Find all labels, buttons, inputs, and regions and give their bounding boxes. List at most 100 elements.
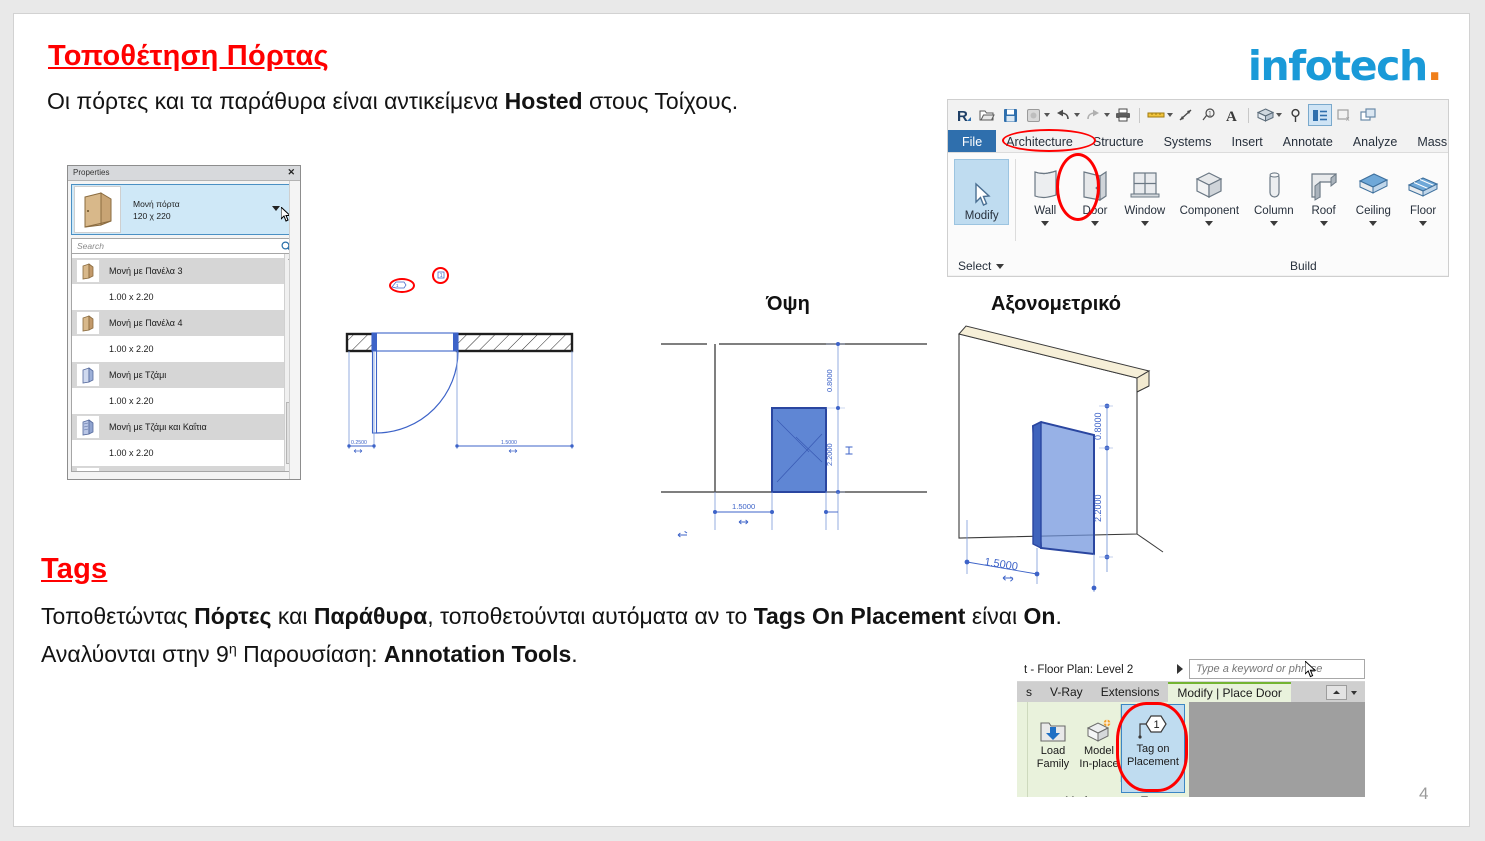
chevron-down-icon[interactable] — [1319, 221, 1328, 226]
chevron-down-icon[interactable] — [1269, 221, 1278, 226]
list-item-family: Μονή με Τζάμι — [109, 370, 167, 380]
chevron-down-icon[interactable] — [996, 263, 1005, 269]
3d-view-icon[interactable] — [1255, 105, 1275, 125]
tab-vray[interactable]: V-Ray — [1041, 682, 1092, 702]
tab-insert[interactable]: Insert — [1222, 130, 1273, 152]
list-item[interactable]: Μονή με Πανέλα 4 — [72, 310, 296, 336]
door-glass-frame-icon — [76, 415, 100, 439]
list-item[interactable]: Μονή με Τζάμι — [72, 362, 296, 388]
list-item-size-row[interactable]: 1.00 x 2.20 — [72, 388, 296, 414]
list-item[interactable]: Μονή πόρτα — [72, 466, 296, 471]
chevron-down-icon[interactable] — [1419, 221, 1428, 226]
roof-icon — [1307, 159, 1341, 203]
elevation-view-drawing: 0.8000 2.2000 1.5000 — [659, 334, 929, 539]
door-panel-icon — [76, 259, 100, 283]
help-search-input[interactable]: Type a keyword or phrase — [1189, 659, 1365, 679]
chevron-right-icon[interactable] — [1177, 664, 1183, 674]
list-item[interactable]: Μονή με Πανέλα 3 — [72, 258, 296, 284]
button-load-family[interactable]: Load Family — [1029, 707, 1077, 771]
ribbon-button-modify[interactable]: Modify — [954, 159, 1010, 225]
list-item[interactable]: Μονή με Τζάμι και Καΐτια — [72, 414, 296, 440]
door-glass-icon — [76, 363, 100, 387]
chevron-down-icon[interactable] — [1205, 221, 1214, 226]
infotech-logo: infotech. — [1248, 42, 1443, 90]
ribbon-button-label: Column — [1254, 205, 1294, 217]
door-thumbnail-icon — [74, 186, 121, 233]
ribbon-context-tabs: s V-Ray Extensions Modify | Place Door — [1017, 682, 1365, 702]
tab-file[interactable]: File — [948, 130, 997, 152]
chevron-down-icon[interactable] — [1091, 221, 1100, 226]
hosted-text-pre: Οι πόρτες και τα παράθυρα είναι αντικείμ… — [47, 88, 505, 114]
tab-modify-place-door[interactable]: Modify | Place Door — [1168, 682, 1291, 702]
switch-windows-icon[interactable] — [1358, 105, 1378, 125]
thin-lines-icon[interactable] — [1308, 104, 1332, 126]
save-icon[interactable] — [1000, 105, 1020, 125]
chevron-down-icon[interactable] — [1104, 113, 1110, 117]
chevron-down-icon[interactable] — [1369, 221, 1378, 226]
tags1-p1: Τοποθετώντας — [41, 603, 195, 629]
ceiling-icon — [1356, 159, 1390, 203]
properties-titlebar: Properties ✕ — [68, 166, 300, 181]
help-search-placeholder: Type a keyword or phrase — [1196, 663, 1323, 675]
tab-annotate[interactable]: Annotate — [1273, 130, 1343, 152]
chevron-down-icon[interactable] — [1044, 113, 1050, 117]
ribbon-button-window[interactable]: Window — [1120, 159, 1170, 226]
ribbon-button-roof[interactable]: Roof — [1299, 159, 1349, 226]
ribbon-button-column[interactable]: Column — [1249, 159, 1299, 226]
close-hidden-windows-icon[interactable]: x — [1335, 105, 1355, 125]
text-icon[interactable]: A — [1222, 105, 1242, 125]
type-list[interactable]: 1.00 x 2.20 Μονή με Πανέλα 3 1.00 x 2.20… — [71, 254, 297, 472]
tag-icon[interactable]: 1 — [1199, 105, 1219, 125]
tab-extensions[interactable]: Extensions — [1092, 682, 1169, 702]
list-item-size-row[interactable]: 1.00 x 2.20 — [72, 336, 296, 362]
tab-massing[interactable]: Mass — [1407, 130, 1448, 152]
list-item-size-row[interactable]: 1.00 x 2.20 — [72, 440, 296, 466]
chevron-down-icon[interactable] — [1351, 690, 1357, 695]
measure-icon[interactable] — [1146, 105, 1166, 125]
type-selector[interactable]: Μονή πόρτα 120 χ 220 — [71, 184, 297, 235]
chevron-down-icon[interactable] — [1167, 113, 1173, 117]
tab-systems[interactable]: Systems — [1154, 130, 1222, 152]
section-icon[interactable] — [1285, 105, 1305, 125]
cursor-arrow-icon — [972, 164, 992, 208]
paragraph-hosted: Οι πόρτες και τα παράθυρα είναι αντικείμ… — [47, 88, 738, 115]
redo-icon[interactable] — [1083, 105, 1103, 125]
open-icon[interactable] — [977, 105, 997, 125]
ribbon-button-ceiling[interactable]: Ceiling — [1348, 159, 1398, 226]
tab-analyze[interactable]: Analyze — [1343, 130, 1407, 152]
tags2-sup: η — [228, 641, 237, 658]
tags2-p2: Παρουσίαση: — [236, 641, 384, 667]
page-number: 4 — [1419, 784, 1429, 803]
axonometric-view-drawing: 0.8000 2.2000 1.5000 — [949, 322, 1169, 592]
list-item-size-row[interactable]: 1.00 x 2.20 — [72, 284, 296, 310]
axo-dim-width: 1.5000 — [984, 556, 1019, 573]
architecture-highlight-ring — [1002, 129, 1096, 152]
ribbon-button-label: Window — [1124, 205, 1166, 217]
chevron-down-icon[interactable] — [272, 206, 280, 211]
chevron-down-icon[interactable] — [1140, 221, 1149, 226]
svg-text:A: A — [1226, 109, 1237, 123]
tab-truncated[interactable]: s — [1017, 682, 1041, 702]
ribbon-button-component[interactable]: Component — [1170, 159, 1249, 226]
close-icon[interactable]: ✕ — [287, 167, 295, 178]
save-as-icon[interactable] — [1023, 105, 1043, 125]
undo-icon[interactable] — [1053, 105, 1073, 125]
chevron-down-icon[interactable] — [1276, 113, 1282, 117]
elev-dim-height: 2.2000 — [825, 443, 834, 466]
ribbon-titlebar: t - Floor Plan: Level 2 Type a keyword o… — [1017, 659, 1365, 682]
ribbon-button-floor[interactable]: Floor — [1398, 159, 1448, 226]
aligned-dimension-icon[interactable] — [1176, 105, 1196, 125]
search-input[interactable]: Search — [71, 238, 297, 254]
chevron-down-icon[interactable] — [1041, 221, 1050, 226]
ribbon-display-options[interactable] — [1326, 685, 1357, 700]
list-item-size: 1.00 x 2.20 — [109, 396, 154, 406]
print-icon[interactable] — [1113, 105, 1133, 125]
revit-logo-icon[interactable]: R — [954, 105, 974, 125]
panel-scrollbar[interactable] — [289, 181, 300, 479]
chevron-down-icon[interactable] — [1074, 113, 1080, 117]
panel-left-strip — [1017, 702, 1028, 797]
minimize-ribbon-icon[interactable] — [1326, 685, 1347, 700]
tags2-p3: . — [571, 641, 578, 667]
plan-dim-left: 0.2500 — [351, 440, 367, 446]
panel-label-select[interactable]: Select — [958, 259, 1005, 273]
